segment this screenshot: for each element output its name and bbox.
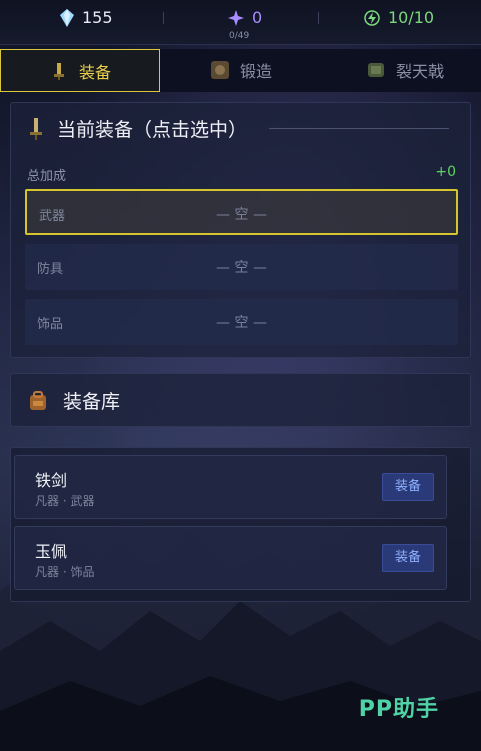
divider <box>318 12 319 24</box>
halberd-icon <box>368 62 384 77</box>
gem-count: 155 <box>82 8 113 27</box>
inventory-item: 玉佩 凡器 · 饰品 装备 <box>14 526 447 590</box>
crystal-resource: 0 <box>228 8 262 27</box>
energy-count: 10/10 <box>388 8 435 27</box>
inventory-item: 铁剑 凡器 · 武器 装备 <box>14 455 447 519</box>
tab-halberd[interactable]: 裂天戟 <box>366 49 444 90</box>
gem-resource: 155 <box>60 8 113 27</box>
gem-icon <box>60 8 74 27</box>
crystal-icon <box>228 9 244 26</box>
current-equipment-panel: 当前装备（点击选中） 总加成 +0 武器 — 空 — 防具 — 空 — 饰品 —… <box>10 102 471 358</box>
total-bonus-label: 总加成 <box>27 169 67 184</box>
divider <box>163 12 164 24</box>
equipment-icon <box>53 62 64 80</box>
inventory-title: 装备库 <box>63 391 121 413</box>
slot-value: — 空 — <box>216 207 267 223</box>
current-equipment-header: 当前装备（点击选中） <box>27 115 450 142</box>
slot-value: — 空 — <box>216 315 267 331</box>
slot-armor[interactable]: 防具 — 空 — <box>25 244 458 290</box>
backpack-icon <box>30 390 46 410</box>
title-divider <box>269 128 450 129</box>
forge-icon <box>211 60 229 79</box>
item-name: 玉佩 <box>35 542 68 561</box>
tab-bar: 装备 锻造 裂天戟 <box>0 49 481 92</box>
energy-resource: 10/10 <box>364 8 434 27</box>
crystal-progress: 0/49 <box>229 31 250 41</box>
slot-accessory[interactable]: 饰品 — 空 — <box>25 299 458 345</box>
item-meta: 凡器 · 饰品 <box>35 565 95 579</box>
watermark: PP助手 <box>358 697 439 722</box>
equip-button[interactable]: 装备 <box>382 473 434 501</box>
panel-title: 当前装备（点击选中） <box>57 119 248 141</box>
inventory-header: 装备库 <box>27 387 120 414</box>
inventory-header-panel: 装备库 <box>10 373 471 427</box>
resource-bar: 155 0 0/49 10/10 <box>0 0 481 45</box>
equip-button[interactable]: 装备 <box>382 544 434 572</box>
energy-icon <box>364 9 380 26</box>
crystal-count: 0 <box>252 8 263 27</box>
tab-forge[interactable]: 锻造 <box>210 49 272 90</box>
item-meta: 凡器 · 武器 <box>35 494 95 508</box>
item-name: 铁剑 <box>35 471 68 490</box>
tab-equipment[interactable]: 装备 <box>0 49 160 92</box>
total-bonus-value: +0 <box>435 164 456 180</box>
slot-weapon[interactable]: 武器 — 空 — <box>25 189 458 235</box>
sword-icon <box>30 117 42 140</box>
slot-value: — 空 — <box>216 260 267 276</box>
